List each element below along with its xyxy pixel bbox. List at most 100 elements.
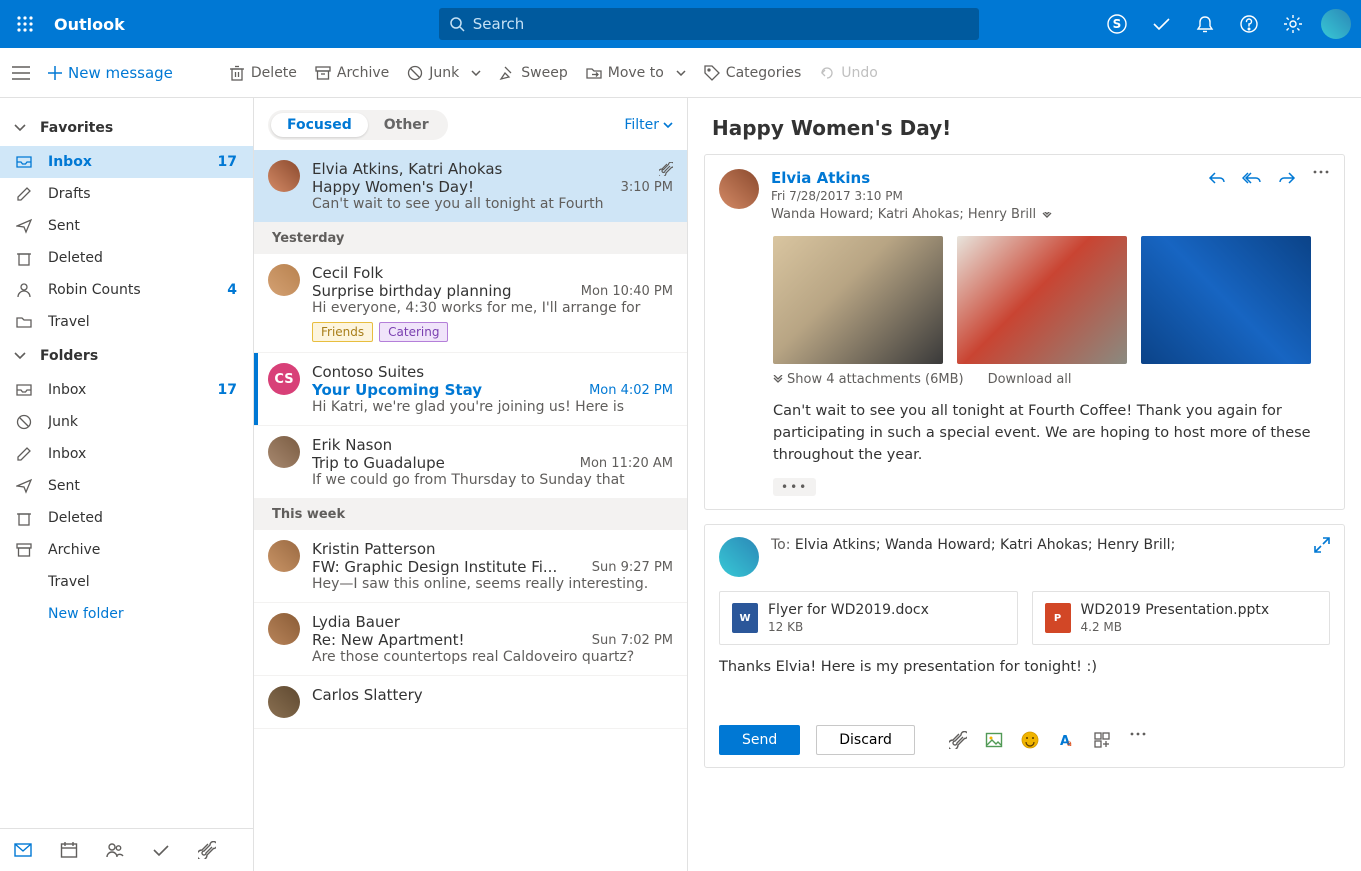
message-body: Can't wait to see you all tonight at Fou… [773, 401, 1330, 466]
sidebar-item-folder-deleted[interactable]: Deleted [0, 502, 253, 534]
junk-icon [407, 65, 423, 81]
attach-file-icon[interactable] [949, 731, 967, 749]
reply-all-icon[interactable] [1242, 169, 1262, 222]
emoji-icon[interactable] [1021, 731, 1039, 749]
user-avatar[interactable] [1321, 9, 1351, 39]
sender-avatar [268, 264, 300, 296]
junk-icon [14, 414, 34, 430]
chevron-down-icon [676, 70, 686, 76]
compose-card: To: Elvia Atkins; Wanda Howard; Katri Ah… [704, 524, 1345, 768]
notifications-icon[interactable] [1189, 8, 1221, 40]
powerpoint-file-icon: P [1045, 603, 1071, 633]
group-yesterday: Yesterday [254, 223, 687, 254]
sidebar-item-folder-inbox-2[interactable]: Inbox [0, 438, 253, 470]
more-actions-icon[interactable] [1312, 169, 1330, 222]
forward-icon[interactable] [1278, 169, 1296, 222]
folder-move-icon [586, 65, 602, 81]
attachment-thumbnail[interactable] [773, 236, 943, 364]
message-item[interactable]: Lydia Bauer Re: New Apartment! Sun 7:02 … [254, 603, 687, 676]
compose-body[interactable]: Thanks Elvia! Here is my presentation fo… [719, 659, 1330, 695]
tab-focused[interactable]: Focused [271, 113, 368, 137]
message-time: Mon 4:02 PM [589, 383, 673, 398]
sidebar-item-drafts[interactable]: Drafts [0, 178, 253, 210]
command-bar: New message Delete Archive Junk Sweep Mo… [0, 48, 1361, 98]
trash-icon [14, 250, 34, 266]
hamburger-icon[interactable] [12, 66, 30, 80]
search-box[interactable] [439, 8, 979, 40]
settings-icon[interactable] [1277, 8, 1309, 40]
sidebar-item-folder-sent[interactable]: Sent [0, 470, 253, 502]
person-icon [14, 282, 34, 298]
message-preview: Are those countertops real Caldoveiro qu… [312, 649, 673, 665]
mail-module-icon[interactable] [6, 837, 40, 863]
attachment-card[interactable]: P WD2019 Presentation.pptx 4.2 MB [1032, 591, 1331, 645]
message-item[interactable]: Erik Nason Trip to Guadalupe Mon 11:20 A… [254, 426, 687, 499]
sender-name[interactable]: Elvia Atkins [771, 169, 1196, 187]
sender-avatar [268, 160, 300, 192]
attachment-card[interactable]: W Flyer for WD2019.docx 12 KB [719, 591, 1018, 645]
show-attachments-link[interactable]: Show 4 attachments (6MB) [773, 372, 964, 387]
recipients-expand-icon[interactable] [1042, 212, 1052, 218]
sidebar-item-folder-junk[interactable]: Junk [0, 406, 253, 438]
move-to-button[interactable]: Move to [586, 65, 686, 81]
favorites-section[interactable]: Favorites [0, 110, 253, 146]
apps-icon[interactable] [1093, 731, 1111, 749]
files-module-icon[interactable] [190, 837, 224, 863]
help-icon[interactable] [1233, 8, 1265, 40]
compose-to-line[interactable]: To: Elvia Atkins; Wanda Howard; Katri Ah… [771, 537, 1302, 553]
sidebar-item-folder-travel[interactable]: Travel [0, 566, 253, 598]
skype-icon[interactable]: S [1101, 8, 1133, 40]
tab-other[interactable]: Other [368, 113, 445, 137]
folder-icon [14, 314, 34, 330]
undo-button[interactable]: Undo [819, 65, 878, 81]
expand-compose-icon[interactable] [1314, 537, 1330, 553]
download-all-link[interactable]: Download all [988, 372, 1072, 387]
message-item[interactable]: Cecil Folk Surprise birthday planning Mo… [254, 254, 687, 353]
new-message-button[interactable]: New message [48, 64, 173, 82]
sidebar-item-folder-inbox[interactable]: Inbox 17 [0, 374, 253, 406]
insert-picture-icon[interactable] [985, 731, 1003, 749]
sidebar-item-person[interactable]: Robin Counts 4 [0, 274, 253, 306]
people-module-icon[interactable] [98, 837, 132, 863]
message-preview: Hi everyone, 4:30 works for me, I'll arr… [312, 300, 673, 316]
junk-button[interactable]: Junk [407, 65, 481, 81]
app-launcher-icon[interactable] [10, 9, 40, 39]
sidebar-item-deleted[interactable]: Deleted [0, 242, 253, 274]
sidebar-item-travel[interactable]: Travel [0, 306, 253, 338]
chevron-down-icon [14, 124, 26, 132]
sidebar-item-inbox[interactable]: Inbox 17 [0, 146, 253, 178]
reply-icon[interactable] [1208, 169, 1226, 222]
folders-section[interactable]: Folders [0, 338, 253, 374]
calendar-module-icon[interactable] [52, 837, 86, 863]
attachment-name: Flyer for WD2019.docx [768, 602, 929, 618]
archive-button[interactable]: Archive [315, 65, 389, 81]
message-item[interactable]: Elvia Atkins, Katri Ahokas Happy Women's… [254, 150, 687, 223]
formatting-icon[interactable]: Aa [1057, 731, 1075, 749]
new-folder-link[interactable]: New folder [0, 598, 253, 630]
module-switcher [0, 828, 253, 871]
filter-button[interactable]: Filter [624, 117, 673, 133]
category-tag[interactable]: Friends [312, 322, 373, 342]
discard-button[interactable]: Discard [816, 725, 915, 755]
send-button[interactable]: Send [719, 725, 800, 755]
category-tag[interactable]: Catering [379, 322, 448, 342]
message-item[interactable]: Kristin Patterson FW: Graphic Design Ins… [254, 530, 687, 603]
sidebar-item-folder-archive[interactable]: Archive [0, 534, 253, 566]
attachment-thumbnail[interactable] [957, 236, 1127, 364]
sidebar-item-sent[interactable]: Sent [0, 210, 253, 242]
sender-avatar [268, 540, 300, 572]
message-item[interactable]: Carlos Slattery [254, 676, 687, 729]
categories-button[interactable]: Categories [704, 65, 801, 81]
message-item[interactable]: CS Contoso Suites Your Upcoming Stay Mon… [254, 353, 687, 426]
delete-button[interactable]: Delete [229, 65, 297, 81]
attachment-thumbnail[interactable] [1141, 236, 1311, 364]
tasks-module-icon[interactable] [144, 837, 178, 863]
todo-icon[interactable] [1145, 8, 1177, 40]
more-options-icon[interactable] [1129, 731, 1147, 749]
sweep-button[interactable]: Sweep [499, 65, 567, 81]
search-input[interactable] [473, 15, 969, 33]
message-from: Lydia Bauer [312, 613, 673, 631]
word-file-icon: W [732, 603, 758, 633]
sweep-icon [499, 65, 515, 81]
message-more-icon[interactable]: ••• [773, 478, 816, 496]
